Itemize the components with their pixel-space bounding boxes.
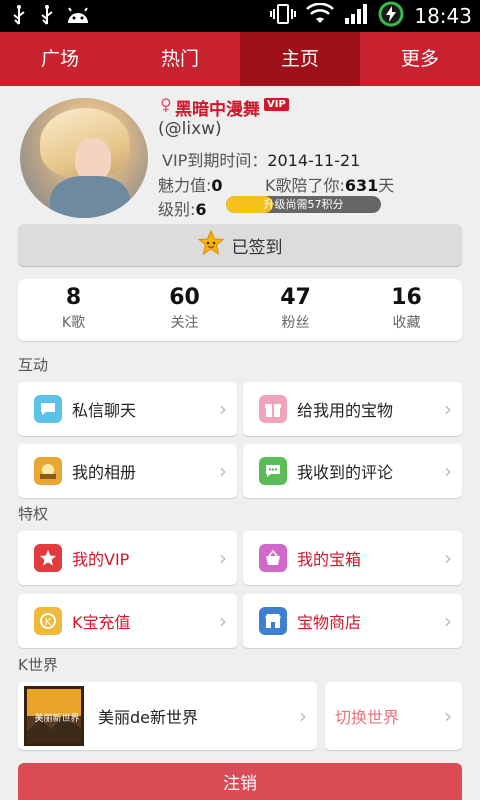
usb-icon bbox=[10, 4, 28, 30]
stat-number: 60 bbox=[169, 285, 200, 310]
stat-label: 关注 bbox=[170, 315, 199, 331]
section-title-kworld: K世界 bbox=[18, 656, 58, 674]
album-button[interactable]: 我的相册 › bbox=[18, 444, 237, 498]
stats-panel: 8 K歌 60 关注 47 粉丝 16 收藏 bbox=[18, 279, 462, 341]
chevron-right-icon: › bbox=[219, 459, 227, 483]
chevron-right-icon: › bbox=[299, 704, 307, 728]
stat-number: 16 bbox=[391, 285, 422, 310]
world-thumbnail: 美丽新世界 bbox=[24, 686, 84, 746]
k-days-label: K歌陪了你: bbox=[265, 176, 345, 195]
comments-label: 我收到的评论 bbox=[297, 463, 394, 482]
world-thumb-text: 美丽新世界 bbox=[34, 714, 80, 724]
level-label: 级别: bbox=[158, 200, 196, 219]
section-title-interact: 互动 bbox=[18, 356, 49, 374]
android-icon bbox=[66, 5, 90, 29]
chevron-right-icon: › bbox=[444, 609, 452, 633]
charm: 魅力值:0 bbox=[158, 172, 223, 196]
level-value: 6 bbox=[195, 200, 207, 219]
stat-following[interactable]: 60 关注 bbox=[129, 279, 240, 341]
photo-album-icon bbox=[34, 457, 62, 485]
signin-label: 已签到 bbox=[231, 237, 283, 258]
vip-expiry: VIP到期时间：2014-11-21 bbox=[162, 147, 360, 171]
svg-text:K: K bbox=[45, 617, 52, 628]
user-id: (@lixw) bbox=[158, 119, 222, 139]
chat-bubble-icon bbox=[34, 395, 62, 423]
tab-hot[interactable]: 热门 bbox=[120, 32, 240, 86]
chevron-right-icon: › bbox=[219, 609, 227, 633]
world-name: 美丽de新世界 bbox=[98, 708, 199, 727]
k-recharge-button[interactable]: K K宝充值 › bbox=[18, 594, 237, 648]
signin-button[interactable]: 已签到 bbox=[18, 224, 462, 266]
chevron-right-icon: › bbox=[444, 546, 452, 570]
gift-label: 给我用的宝物 bbox=[297, 401, 394, 420]
status-bar: 18:43 bbox=[0, 0, 480, 32]
treasure-box-label: 我的宝箱 bbox=[297, 550, 362, 569]
chevron-right-icon: › bbox=[444, 397, 452, 421]
treasure-shop-button[interactable]: 宝物商店 › bbox=[243, 594, 462, 648]
current-world-button[interactable]: 美丽新世界 美丽de新世界 › bbox=[18, 682, 317, 750]
chevron-right-icon: › bbox=[444, 704, 452, 728]
level-progress-bar: 升级尚需57积分 bbox=[226, 196, 381, 213]
message-chat-label: 私信聊天 bbox=[72, 401, 137, 420]
message-chat-button[interactable]: 私信聊天 › bbox=[18, 382, 237, 436]
level-progress-text: 升级尚需57积分 bbox=[263, 198, 344, 211]
chevron-right-icon: › bbox=[444, 459, 452, 483]
logout-button[interactable]: 注销 bbox=[18, 763, 462, 800]
profile-header: ♀ 黑暗中漫舞 VIP (@lixw) VIP到期时间：2014-11-21 魅… bbox=[0, 86, 480, 220]
stat-number: 8 bbox=[65, 285, 82, 310]
battery-charging-icon bbox=[378, 1, 404, 31]
wifi-icon bbox=[306, 2, 335, 29]
charm-label: 魅力值: bbox=[158, 176, 212, 195]
k-days: K歌陪了你:631天 bbox=[265, 172, 394, 196]
my-vip-label: 我的VIP bbox=[72, 550, 130, 569]
section-title-privilege: 特权 bbox=[18, 505, 49, 523]
chevron-right-icon: › bbox=[219, 397, 227, 421]
stat-favorites[interactable]: 16 收藏 bbox=[351, 279, 462, 341]
stat-fans[interactable]: 47 粉丝 bbox=[240, 279, 351, 341]
k-recharge-label: K宝充值 bbox=[72, 613, 131, 632]
album-label: 我的相册 bbox=[72, 463, 137, 482]
tab-more[interactable]: 更多 bbox=[360, 32, 480, 86]
star-icon bbox=[34, 544, 62, 572]
treasure-shop-label: 宝物商店 bbox=[297, 613, 362, 632]
vip-expiry-value: 2014-11-21 bbox=[267, 151, 361, 170]
stat-songs[interactable]: 8 K歌 bbox=[18, 279, 129, 341]
k-days-unit: 天 bbox=[378, 176, 395, 195]
stat-label: 粉丝 bbox=[281, 315, 310, 331]
nickname: 黑暗中漫舞 bbox=[175, 100, 260, 120]
star-face-icon bbox=[197, 229, 224, 261]
shop-icon bbox=[259, 607, 287, 635]
avatar-body bbox=[50, 176, 130, 218]
gift-icon bbox=[259, 395, 287, 423]
charm-value: 0 bbox=[211, 176, 223, 195]
stat-label: 收藏 bbox=[392, 315, 421, 331]
my-vip-button[interactable]: 我的VIP › bbox=[18, 531, 237, 585]
switch-world-label: 切换世界 bbox=[335, 708, 400, 727]
switch-world-button[interactable]: 切换世界 › bbox=[325, 682, 462, 750]
gift-button[interactable]: 给我用的宝物 › bbox=[243, 382, 462, 436]
basket-icon bbox=[259, 544, 287, 572]
stat-label: K歌 bbox=[61, 315, 86, 331]
vip-badge: VIP bbox=[264, 98, 289, 111]
level: 级别:6 bbox=[158, 196, 207, 220]
signal-icon bbox=[344, 3, 368, 29]
tab-home[interactable]: 主页 bbox=[240, 32, 360, 86]
treasure-box-button[interactable]: 我的宝箱 › bbox=[243, 531, 462, 585]
coin-icon: K bbox=[34, 607, 62, 635]
stat-number: 47 bbox=[280, 285, 311, 310]
chevron-right-icon: › bbox=[219, 546, 227, 570]
top-tab-bar: 广场 热门 主页 更多 bbox=[0, 32, 480, 86]
usb-icon bbox=[38, 4, 56, 30]
vip-expiry-label: VIP到期时间： bbox=[162, 151, 268, 170]
tab-square[interactable]: 广场 bbox=[0, 32, 120, 86]
k-days-value: 631 bbox=[344, 176, 379, 195]
comments-button[interactable]: 我收到的评论 › bbox=[243, 444, 462, 498]
vibrate-icon bbox=[270, 3, 297, 29]
female-icon: ♀ bbox=[160, 95, 172, 114]
avatar[interactable] bbox=[20, 98, 148, 218]
comment-icon bbox=[259, 457, 287, 485]
status-time: 18:43 bbox=[414, 4, 472, 28]
